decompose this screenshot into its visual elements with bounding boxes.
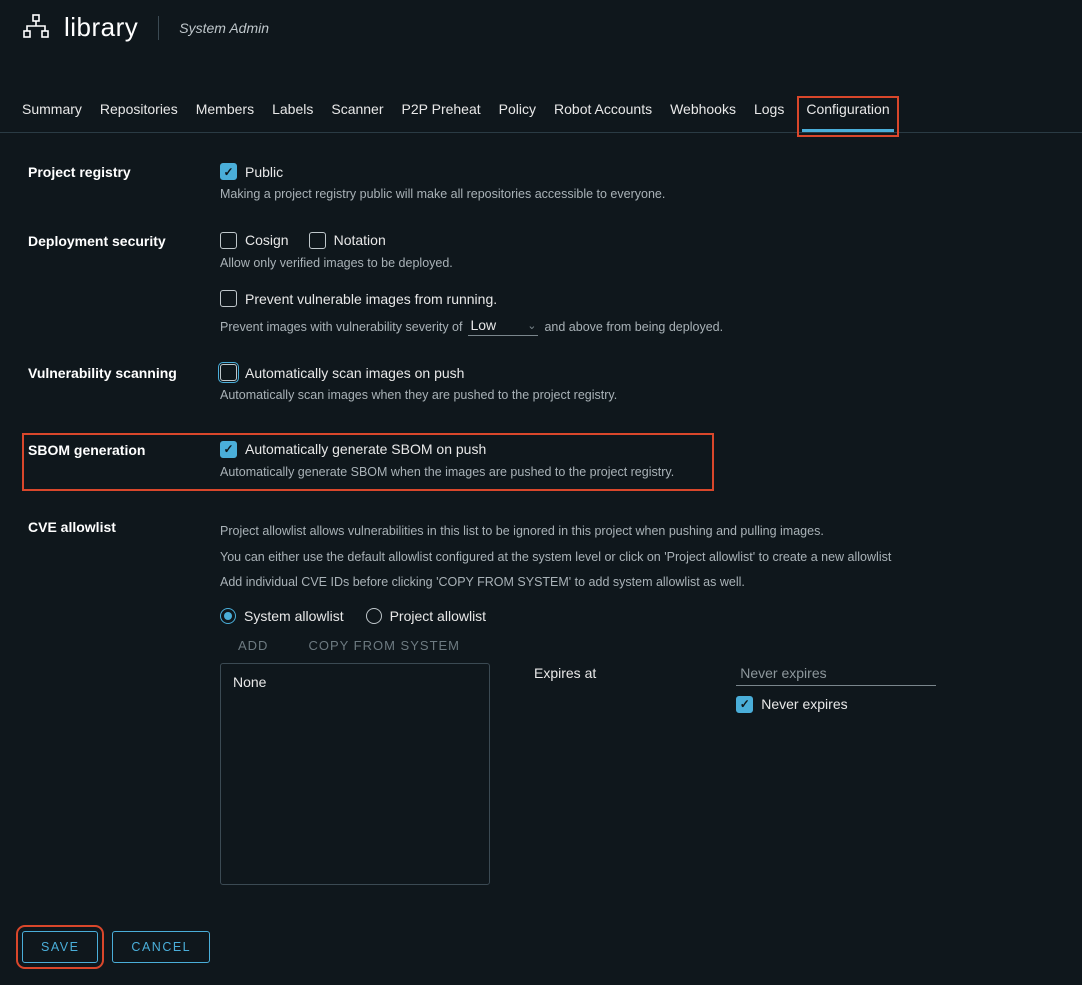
tab-p2p-preheat[interactable]: P2P Preheat bbox=[402, 101, 481, 132]
cve-desc-2: You can either use the default allowlist… bbox=[220, 549, 1054, 567]
public-helper: Making a project registry public will ma… bbox=[220, 186, 1054, 204]
public-checkbox-label: Public bbox=[245, 164, 283, 180]
separator bbox=[158, 16, 159, 40]
never-expires-checkbox[interactable] bbox=[736, 696, 753, 713]
add-cve-button[interactable]: ADD bbox=[238, 638, 268, 653]
project-icon bbox=[22, 14, 50, 41]
project-registry-label: Project registry bbox=[28, 163, 220, 180]
auto-scan-checkbox[interactable] bbox=[220, 364, 237, 381]
project-allowlist-label: Project allowlist bbox=[390, 608, 486, 624]
cosign-checkbox-label: Cosign bbox=[245, 232, 289, 248]
cve-desc-1: Project allowlist allows vulnerabilities… bbox=[220, 523, 1054, 541]
footer-actions: SAVE CANCEL bbox=[0, 931, 1082, 985]
copy-from-system-button[interactable]: COPY FROM SYSTEM bbox=[308, 638, 460, 653]
auto-sbom-label: Automatically generate SBOM on push bbox=[245, 441, 486, 457]
severity-suffix: and above from being deployed. bbox=[544, 320, 723, 334]
deployment-security-label: Deployment security bbox=[28, 232, 220, 249]
save-button[interactable]: SAVE bbox=[22, 931, 98, 963]
tab-logs[interactable]: Logs bbox=[754, 101, 784, 132]
notation-checkbox-label: Notation bbox=[334, 232, 386, 248]
severity-value: Low bbox=[470, 317, 496, 333]
system-allowlist-label: System allowlist bbox=[244, 608, 344, 624]
system-allowlist-radio[interactable] bbox=[220, 608, 236, 624]
tab-policy[interactable]: Policy bbox=[499, 101, 536, 132]
cve-list-empty: None bbox=[233, 674, 266, 690]
notation-checkbox[interactable] bbox=[309, 232, 326, 249]
tab-configuration[interactable]: Configuration bbox=[802, 101, 893, 132]
expires-at-input[interactable] bbox=[736, 663, 936, 686]
page-header: library System Admin bbox=[0, 0, 1082, 61]
deployment-helper: Allow only verified images to be deploye… bbox=[220, 255, 1054, 273]
severity-select[interactable]: Low ⌄ bbox=[468, 317, 538, 336]
chevron-down-icon: ⌄ bbox=[527, 319, 536, 332]
public-checkbox[interactable] bbox=[220, 163, 237, 180]
sbom-section: SBOM generation Automatically generate S… bbox=[22, 433, 714, 492]
project-allowlist-radio[interactable] bbox=[366, 608, 382, 624]
cosign-checkbox[interactable] bbox=[220, 232, 237, 249]
prevent-vuln-label: Prevent vulnerable images from running. bbox=[245, 291, 497, 307]
tabs-nav: Summary Repositories Members Labels Scan… bbox=[0, 61, 1082, 133]
tab-robot-accounts[interactable]: Robot Accounts bbox=[554, 101, 652, 132]
auto-scan-helper: Automatically scan images when they are … bbox=[220, 387, 1054, 405]
auto-sbom-checkbox[interactable] bbox=[220, 441, 237, 458]
tab-members[interactable]: Members bbox=[196, 101, 254, 132]
role-label: System Admin bbox=[179, 20, 269, 36]
tab-labels[interactable]: Labels bbox=[272, 101, 313, 132]
tab-webhooks[interactable]: Webhooks bbox=[670, 101, 736, 132]
sbom-label: SBOM generation bbox=[28, 441, 220, 458]
severity-prefix: Prevent images with vulnerability severi… bbox=[220, 320, 462, 334]
tab-summary[interactable]: Summary bbox=[22, 101, 82, 132]
expires-at-label: Expires at bbox=[534, 663, 596, 681]
cancel-button[interactable]: CANCEL bbox=[112, 931, 210, 963]
config-content: Project registry Public Making a project… bbox=[0, 133, 1082, 931]
tab-repositories[interactable]: Repositories bbox=[100, 101, 178, 132]
cve-listbox: None bbox=[220, 663, 490, 885]
tab-scanner[interactable]: Scanner bbox=[331, 101, 383, 132]
auto-scan-label: Automatically scan images on push bbox=[245, 365, 464, 381]
cve-desc-3: Add individual CVE IDs before clicking '… bbox=[220, 574, 1054, 592]
project-title: library bbox=[64, 12, 138, 43]
vuln-scan-label: Vulnerability scanning bbox=[28, 364, 220, 381]
prevent-vuln-checkbox[interactable] bbox=[220, 290, 237, 307]
cve-allowlist-label: CVE allowlist bbox=[28, 519, 220, 535]
auto-sbom-helper: Automatically generate SBOM when the ima… bbox=[220, 464, 708, 482]
never-expires-label: Never expires bbox=[761, 696, 847, 712]
